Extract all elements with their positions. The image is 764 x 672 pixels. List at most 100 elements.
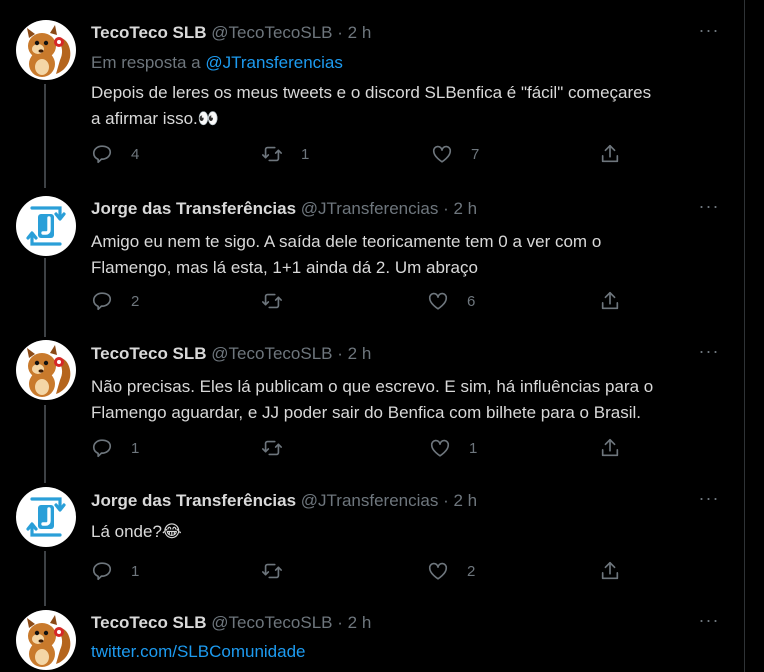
more-icon[interactable]: ··· [694, 21, 724, 45]
tweet-text: Lá onde?😂 [91, 519, 724, 545]
tweet-header: TecoTeco SLB @TecoTecoSLB · 2 h [91, 21, 724, 45]
avatar[interactable] [16, 610, 76, 670]
reply-button[interactable]: 1 [91, 436, 139, 460]
more-icon[interactable]: ··· [694, 611, 724, 635]
timestamp[interactable]: 2 h [348, 23, 372, 42]
tweet-text-line: Amigo eu nem te sigo. A saída dele teori… [91, 232, 602, 251]
retweet-icon [261, 437, 283, 459]
timestamp[interactable]: 2 h [453, 199, 477, 218]
reply-icon [91, 290, 113, 312]
tweet-actions: 4 1 7 [91, 142, 631, 166]
tweet-actions: 1 1 [91, 436, 631, 460]
retweet-button[interactable] [261, 436, 301, 460]
like-count: 2 [467, 562, 476, 580]
tweet-link[interactable]: twitter.com/SLBComunidade [91, 639, 724, 665]
share-button[interactable] [599, 142, 621, 166]
tweet-text: Não precisas. Eles lá publicam o que esc… [91, 374, 724, 426]
timestamp[interactable]: 2 h [348, 344, 372, 363]
user-handle[interactable]: @TecoTecoSLB [211, 344, 332, 363]
tweet[interactable]: Jorge das Transferências @JTransferencia… [0, 190, 744, 336]
more-icon[interactable]: ··· [694, 197, 724, 221]
tweet-text-line: Não precisas. Eles lá publicam o que esc… [91, 377, 654, 396]
user-handle[interactable]: @JTransferencias [301, 491, 439, 510]
tweet-header: Jorge das Transferências @JTransferencia… [91, 489, 724, 513]
reply-button[interactable]: 1 [91, 559, 139, 583]
display-name[interactable]: TecoTeco SLB [91, 613, 207, 632]
like-count: 7 [471, 145, 480, 163]
reply-context: Em resposta a @JTransferencias [91, 51, 724, 75]
display-name[interactable]: Jorge das Transferências [91, 491, 296, 510]
retweet-icon [261, 560, 283, 582]
like-count: 1 [469, 439, 478, 457]
tweet[interactable]: TecoTeco SLB @TecoTecoSLB · 2 h ··· twit… [0, 606, 744, 672]
reply-mention-link[interactable]: @JTransferencias [205, 53, 343, 72]
like-button[interactable]: 6 [427, 289, 475, 313]
share-button[interactable] [599, 436, 621, 460]
like-count: 6 [467, 292, 476, 310]
share-button[interactable] [599, 559, 621, 583]
retweet-icon [261, 143, 283, 165]
reply-icon [91, 143, 113, 165]
timestamp[interactable]: 2 h [348, 613, 372, 632]
avatar[interactable] [16, 196, 76, 256]
share-icon [599, 143, 621, 165]
like-button[interactable]: 1 [429, 436, 477, 460]
reply-prefix: Em resposta a [91, 53, 206, 72]
reply-count: 4 [131, 145, 140, 163]
tweet-header: TecoTeco SLB @TecoTecoSLB · 2 h [91, 342, 724, 366]
avatar[interactable] [16, 487, 76, 547]
like-button[interactable]: 2 [427, 559, 475, 583]
like-icon [427, 560, 449, 582]
share-button[interactable] [599, 289, 621, 313]
share-icon [599, 290, 621, 312]
retweet-count: 1 [301, 145, 310, 163]
reply-count: 1 [131, 562, 140, 580]
tweet-header: Jorge das Transferências @JTransferencia… [91, 197, 724, 221]
reply-button[interactable]: 4 [91, 142, 139, 166]
like-button[interactable]: 7 [431, 142, 479, 166]
display-name[interactable]: Jorge das Transferências [91, 199, 296, 218]
display-name[interactable]: TecoTeco SLB [91, 23, 207, 42]
reply-icon [91, 560, 113, 582]
more-icon[interactable]: ··· [694, 342, 724, 366]
retweet-icon [261, 290, 283, 312]
reply-icon [91, 437, 113, 459]
reply-count: 1 [131, 439, 140, 457]
timestamp[interactable]: 2 h [453, 491, 477, 510]
tweet-actions: 2 6 [91, 289, 631, 313]
tweet-text-line: Lá onde?😂 [91, 522, 182, 541]
tweet-text-line: a afirmar isso.👀 [91, 109, 219, 128]
tweet-text: twitter.com/SLBComunidade [91, 639, 724, 665]
separator-dot: · [443, 491, 449, 510]
separator-dot: · [337, 344, 343, 363]
like-icon [429, 437, 451, 459]
separator-dot: · [443, 199, 449, 218]
share-icon [599, 560, 621, 582]
tweet-text-line: Flamengo, mas lá esta, 1+1 ainda dá 2. U… [91, 258, 478, 277]
share-icon [599, 437, 621, 459]
column-divider [744, 0, 745, 672]
user-handle[interactable]: @TecoTecoSLB [211, 613, 332, 632]
like-icon [427, 290, 449, 312]
tweet[interactable]: Jorge das Transferências @JTransferencia… [0, 482, 744, 606]
reply-button[interactable]: 2 [91, 289, 139, 313]
tweet-text: Depois de leres os meus tweets e o disco… [91, 80, 724, 132]
user-handle[interactable]: @TecoTecoSLB [211, 23, 332, 42]
retweet-button[interactable] [261, 559, 301, 583]
tweet-actions: 1 2 [91, 559, 631, 583]
reply-count: 2 [131, 292, 140, 310]
separator-dot: · [337, 613, 343, 632]
avatar[interactable] [16, 20, 76, 80]
separator-dot: · [337, 23, 343, 42]
tweet[interactable]: TecoTeco SLB @TecoTecoSLB · 2 h ··· Não … [0, 336, 744, 482]
avatar[interactable] [16, 340, 76, 400]
more-icon[interactable]: ··· [694, 489, 724, 513]
retweet-button[interactable] [261, 289, 301, 313]
tweet-text: Amigo eu nem te sigo. A saída dele teori… [91, 229, 724, 281]
user-handle[interactable]: @JTransferencias [301, 199, 439, 218]
tweet[interactable]: TecoTeco SLB @TecoTecoSLB · 2 h ··· Em r… [0, 0, 744, 190]
display-name[interactable]: TecoTeco SLB [91, 344, 207, 363]
tweet-header: TecoTeco SLB @TecoTecoSLB · 2 h [91, 611, 724, 635]
retweet-button[interactable]: 1 [261, 142, 309, 166]
tweet-text-line: Depois de leres os meus tweets e o disco… [91, 83, 652, 102]
